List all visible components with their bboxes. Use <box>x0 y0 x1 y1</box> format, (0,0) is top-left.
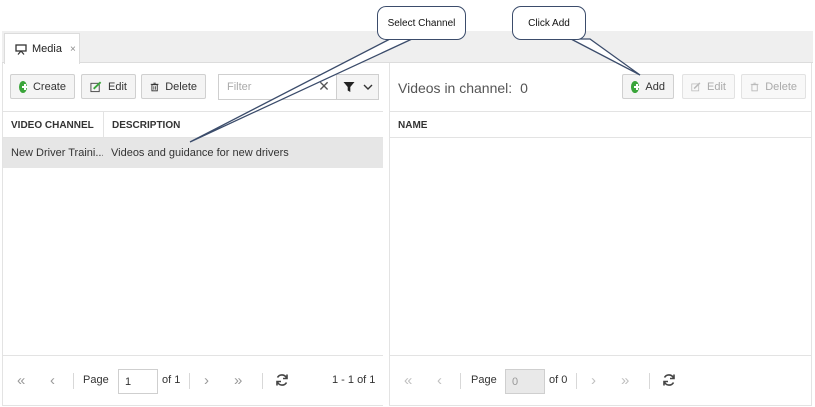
funnel-icon <box>343 82 354 92</box>
prev-page-icon[interactable]: ‹ <box>437 373 442 389</box>
next-page-icon[interactable]: › <box>204 373 209 389</box>
delete-video-button-label: Delete <box>765 80 797 93</box>
first-page-icon[interactable]: « <box>404 373 412 389</box>
page-label: Page <box>83 374 109 386</box>
delete-button-label: Delete <box>165 80 197 93</box>
page-count-label: of 1 <box>162 374 181 386</box>
last-page-icon[interactable]: » <box>621 373 629 389</box>
create-button-label: Create <box>32 80 66 93</box>
select-channel-callout-text: Select Channel <box>387 17 456 29</box>
delete-button[interactable]: Delete <box>141 74 206 99</box>
channel-grid-header: VIDEO CHANNEL DESCRIPTION <box>3 111 384 139</box>
edit-video-button[interactable]: Edit <box>682 74 735 99</box>
page-input[interactable] <box>505 369 545 394</box>
tab-close-icon[interactable]: × <box>70 44 76 55</box>
pager-divider <box>460 373 461 389</box>
filter-button[interactable] <box>336 74 379 100</box>
videos-title-label: Videos in channel: <box>398 80 513 96</box>
cell-video-channel: New Driver Traini... <box>11 147 103 159</box>
column-header-description[interactable]: DESCRIPTION <box>103 112 384 139</box>
click-add-callout: Click Add <box>512 6 586 40</box>
pager-divider <box>262 373 263 389</box>
presentation-icon <box>15 43 27 55</box>
video-channel-panel: Create Edit Delete ✕ VIDEO CHANNEL DESCR… <box>2 63 383 406</box>
refresh-icon[interactable] <box>662 373 676 387</box>
video-count: 0 <box>520 80 528 96</box>
pager-divider <box>73 373 74 389</box>
first-page-icon[interactable]: « <box>17 373 25 389</box>
add-button-label: Add <box>645 80 665 93</box>
pager-divider <box>576 373 577 389</box>
videos-panel: Videos in channel: 0 Add Edit Delete NAME… <box>389 63 812 406</box>
table-row[interactable]: New Driver Traini... Videos and guidance… <box>3 138 383 168</box>
next-page-icon[interactable]: › <box>591 373 596 389</box>
plus-circle-icon <box>19 80 28 93</box>
prev-page-icon[interactable]: ‹ <box>50 373 55 389</box>
edit-icon <box>90 81 102 92</box>
channel-pager: « ‹ Page of 1 › » 1 - 1 of 1 <box>3 355 383 405</box>
tab-media[interactable]: Media × <box>4 33 80 64</box>
edit-icon <box>691 81 701 91</box>
page-input[interactable] <box>118 369 158 394</box>
create-button[interactable]: Create <box>10 74 75 99</box>
column-header-name[interactable]: NAME <box>390 112 813 139</box>
click-add-callout-text: Click Add <box>528 17 570 29</box>
plus-circle-icon <box>631 80 641 93</box>
chevron-down-icon <box>363 84 372 90</box>
videos-grid-header: NAME <box>390 111 811 138</box>
record-range: 1 - 1 of 1 <box>332 374 376 386</box>
edit-button-label: Edit <box>108 80 127 93</box>
page-count-label: of 0 <box>549 374 568 386</box>
pager-divider <box>649 373 650 389</box>
edit-video-button-label: Edit <box>707 80 726 93</box>
refresh-icon[interactable] <box>275 373 289 387</box>
tab-media-label: Media <box>32 43 62 55</box>
add-video-button[interactable]: Add <box>622 74 674 99</box>
delete-video-button[interactable]: Delete <box>741 74 806 99</box>
pager-divider <box>189 373 190 389</box>
column-header-video-channel[interactable]: VIDEO CHANNEL <box>3 112 103 139</box>
last-page-icon[interactable]: » <box>234 373 242 389</box>
videos-in-channel-title: Videos in channel: 0 <box>398 80 528 96</box>
trash-icon <box>150 82 159 91</box>
select-channel-callout: Select Channel <box>377 6 466 40</box>
trash-icon <box>750 82 759 91</box>
clear-filter-icon[interactable]: ✕ <box>316 78 332 94</box>
page-label: Page <box>471 374 497 386</box>
edit-button[interactable]: Edit <box>81 74 136 99</box>
videos-pager: « ‹ Page of 0 › » <box>390 355 811 405</box>
cell-description: Videos and guidance for new drivers <box>111 147 289 159</box>
